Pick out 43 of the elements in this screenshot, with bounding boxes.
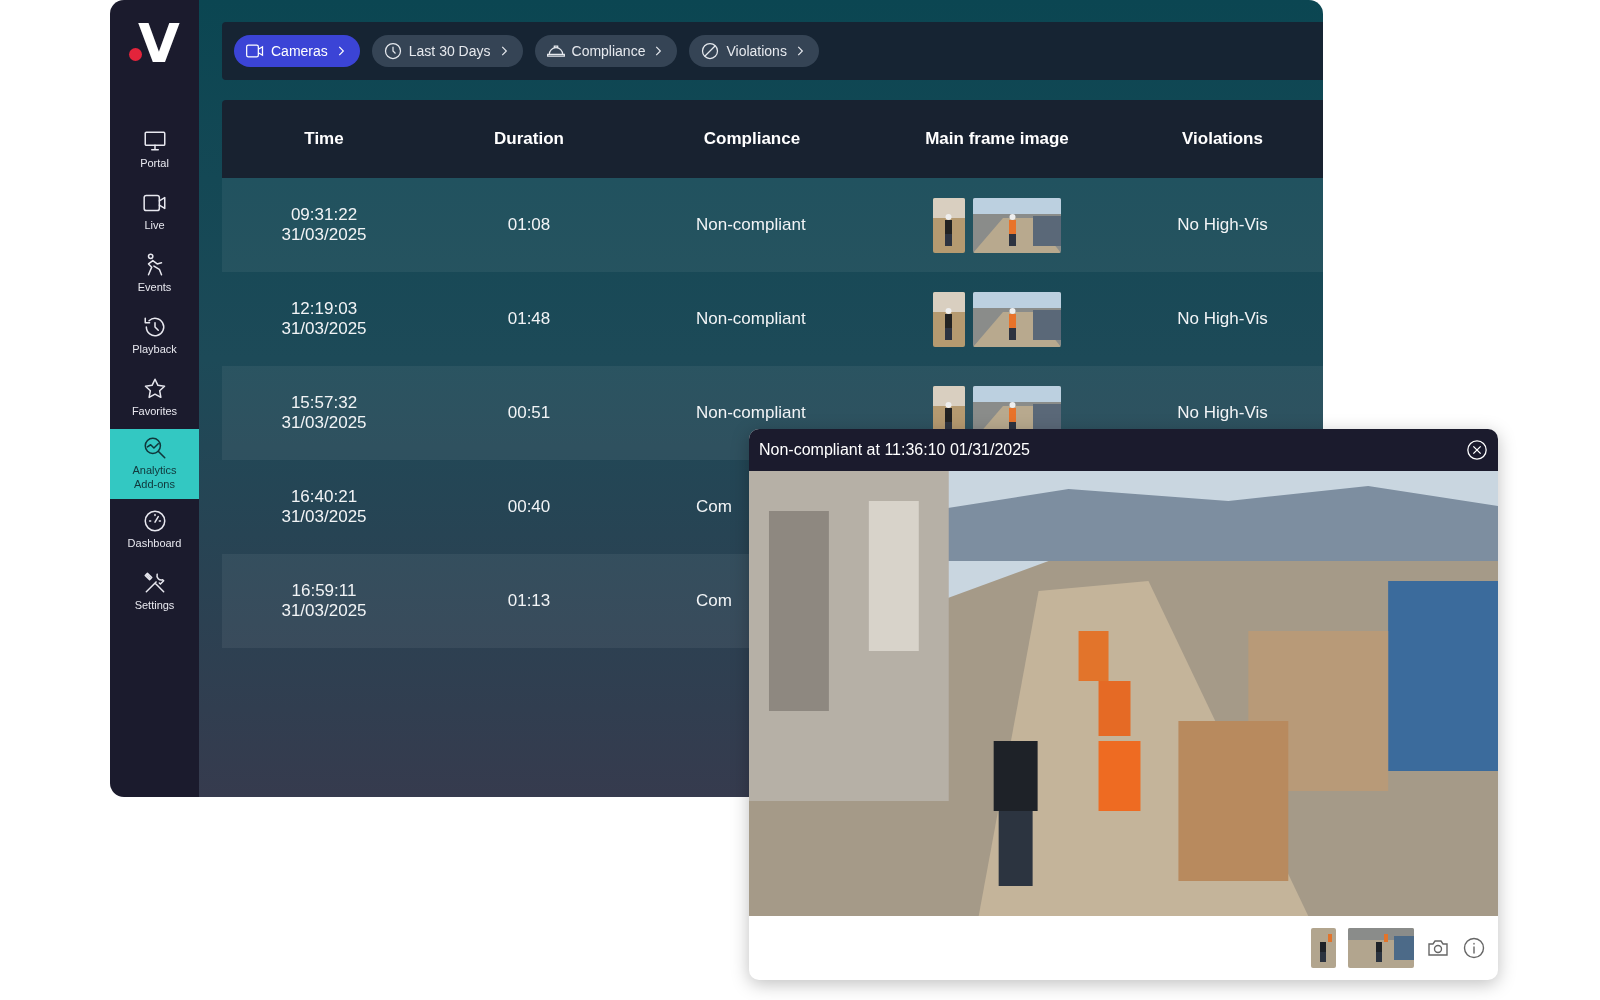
violation-cell: No High-Vis [1177,214,1268,236]
duration-cell: 01:48 [507,308,551,330]
column-header: Time [303,129,345,149]
duration-cell: 00:51 [507,402,551,424]
filter-chip[interactable]: Last 30 Days [371,35,523,67]
table-row[interactable]: 12:19:03 31/03/2025 01:48 Non-compliant No High-Vis [222,272,1323,366]
duration-cell: 01:08 [507,214,551,236]
sidebar-item[interactable]: Portal [110,119,199,182]
sidebar-item[interactable]: Events [110,243,199,306]
ban-icon [700,41,721,61]
compliance-cell: Non-compliant [696,308,806,330]
logo: V [129,14,180,74]
sidebar-item[interactable]: Live [110,181,199,244]
column-header: Main frame image [924,129,1070,149]
filter-chip[interactable]: Cameras [234,35,360,67]
time-cell: 12:19:03 31/03/2025 [281,298,367,340]
close-icon[interactable] [1466,439,1488,461]
column-header: Compliance [702,129,802,149]
table-row[interactable]: 09:31:22 31/03/2025 01:08 Non-compliant No High-Vis [222,178,1323,272]
popup-title: Non-compliant at 11:36:10 01/31/2025 [759,441,1030,459]
filter-chip[interactable]: Violations [689,35,819,67]
sidebar-item[interactable]: Settings [110,560,199,623]
compliance-cell: Non-compliant [696,214,806,236]
filter-chip[interactable]: Compliance [534,35,678,67]
sidebar-item[interactable]: Favorites [110,367,199,430]
time-cell: 16:40:21 31/03/2025 [281,486,367,528]
time-cell: 16:59:11 31/03/2025 [281,580,367,622]
info-icon[interactable] [1462,936,1486,960]
compliance-cell: Non-compliant [696,402,806,424]
compliance-cell: Com [696,496,732,518]
duration-cell: 01:13 [507,590,551,612]
column-header: Violations [1181,129,1264,149]
compliance-cell: Com [696,590,732,612]
sidebar-item[interactable]: Dashboard [110,498,199,561]
sidebar-item[interactable]: Playback [110,305,199,368]
time-cell: 09:31:22 31/03/2025 [281,204,367,246]
violation-cell: No High-Vis [1177,402,1268,424]
violation-cell: No High-Vis [1177,308,1268,330]
clock-icon [382,41,403,61]
duration-cell: 00:40 [507,496,551,518]
sidebar-item[interactable]: Analytics Add-ons [110,429,199,499]
column-header: Duration [493,129,565,149]
time-cell: 15:57:32 31/03/2025 [281,392,367,434]
